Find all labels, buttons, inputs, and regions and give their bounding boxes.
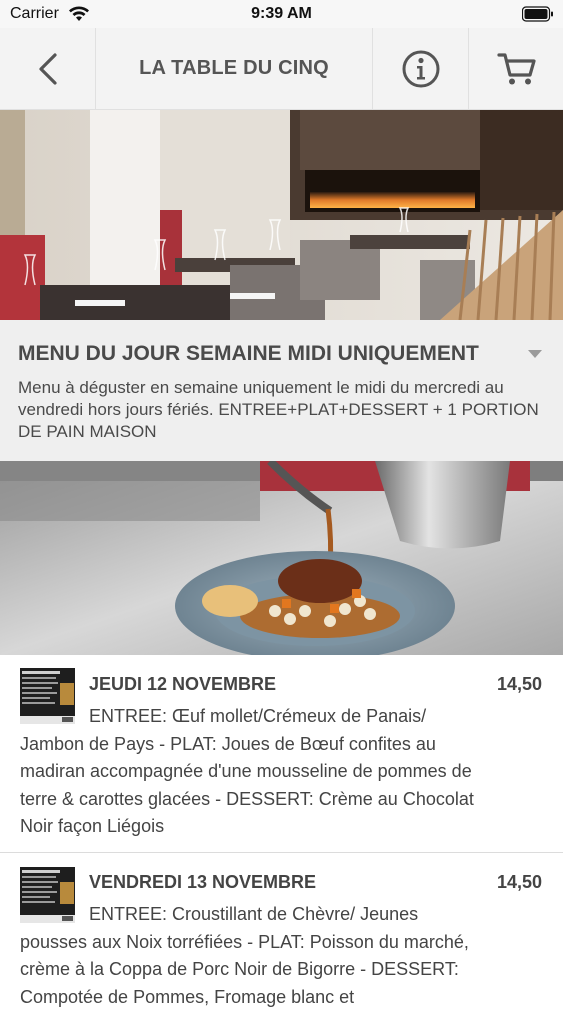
caret-down-icon[interactable] [528, 350, 542, 359]
restaurant-photo [0, 110, 563, 320]
menu-description: Menu à déguster en semaine uniquement le… [18, 378, 539, 441]
chevron-left-icon [38, 52, 57, 85]
item-description: ENTREE: Œuf mollet/Crémeux de Panais/ Ja… [20, 706, 474, 836]
cart-icon [496, 52, 536, 84]
cart-button[interactable] [468, 28, 563, 109]
clock: 9:39 AM [251, 5, 312, 22]
item-price: 14,50 [496, 872, 542, 892]
item-name: JEUDI 12 NOVEMBRE [89, 674, 277, 694]
info-circle-icon [402, 50, 440, 87]
item-name: VENDREDI 13 NOVEMBRE [89, 872, 317, 892]
info-button[interactable] [372, 28, 469, 109]
dish-photo [0, 461, 563, 655]
page-title: LA TABLE DU CINQ [139, 57, 329, 79]
nav-header: LA TABLE DU CINQ [0, 28, 563, 110]
status-bar: Carrier 9:39 AM [0, 0, 563, 28]
menu-title: MENU DU JOUR SEMAINE MIDI UNIQUEMENT [18, 342, 479, 365]
back-button[interactable] [0, 28, 96, 109]
menu-section-header[interactable]: MENU DU JOUR SEMAINE MIDI UNIQUEMENT Men… [0, 320, 563, 461]
battery-icon [522, 6, 553, 22]
list-item[interactable]: JEUDI 12 NOVEMBRE 14,50 ENTREE: Œuf moll… [0, 655, 563, 852]
item-description: ENTREE: Croustillant de Chèvre/ Jeunes p… [20, 904, 469, 1007]
list-item[interactable]: VENDREDI 13 NOVEMBRE 14,50 ENTREE: Crous… [0, 853, 563, 1007]
item-price: 14,50 [496, 674, 542, 694]
